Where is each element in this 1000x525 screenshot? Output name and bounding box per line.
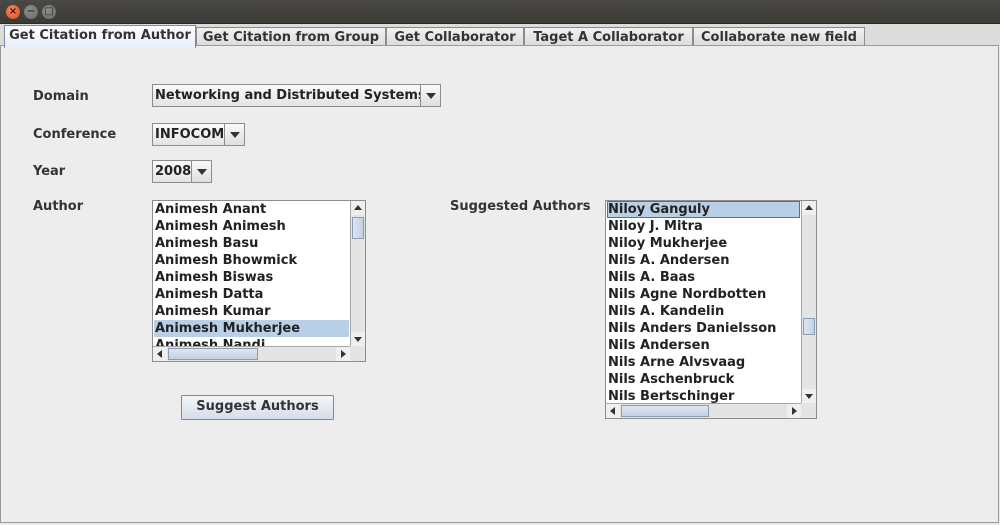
scroll-left-icon[interactable] xyxy=(606,404,620,418)
author-list-item[interactable]: Animesh Biswas xyxy=(154,269,349,286)
suggested-list-horizontal-scrollbar[interactable] xyxy=(606,403,801,418)
window-titlebar: × − □ xyxy=(0,0,1000,24)
tab-get-citation-from-group[interactable]: Get Citation from Group xyxy=(196,27,386,47)
suggested-list-item-selected[interactable]: Niloy Ganguly xyxy=(607,201,800,218)
chevron-down-icon[interactable] xyxy=(191,161,211,182)
author-label: Author xyxy=(33,199,84,214)
minimize-window-icon[interactable]: − xyxy=(24,5,38,19)
suggested-list-item[interactable]: Nils Anders Danielsson xyxy=(607,320,800,337)
suggested-list-item[interactable]: Niloy Mukherjee xyxy=(607,235,800,252)
suggested-list-item[interactable]: Nils Aschenbruck xyxy=(607,371,800,388)
maximize-window-icon[interactable]: □ xyxy=(42,5,56,19)
scroll-down-icon[interactable] xyxy=(351,332,365,346)
scroll-thumb[interactable] xyxy=(168,348,258,360)
suggested-authors-label: Suggested Authors xyxy=(450,199,591,214)
author-list-item[interactable]: Animesh Nandi xyxy=(154,337,349,346)
tab-get-collaborator[interactable]: Get Collaborator xyxy=(386,27,524,47)
suggested-list-item[interactable]: Niloy J. Mitra xyxy=(607,218,800,235)
tab-strip: Get Citation from Author Get Citation fr… xyxy=(0,24,1000,48)
suggested-authors-list[interactable]: Niloy Ganguly Niloy J. Mitra Niloy Mukhe… xyxy=(605,200,817,419)
suggested-list-item[interactable]: Nils Arne Alvsvaag xyxy=(607,354,800,371)
author-list-item[interactable]: Animesh Datta xyxy=(154,286,349,303)
suggested-list-item[interactable]: Nils A. Andersen xyxy=(607,252,800,269)
author-list[interactable]: Animesh Anant Animesh Animesh Animesh Ba… xyxy=(152,200,366,362)
author-list-item[interactable]: Animesh Basu xyxy=(154,235,349,252)
tab-get-citation-from-author[interactable]: Get Citation from Author xyxy=(4,25,196,48)
domain-label: Domain xyxy=(33,89,89,104)
scroll-corner xyxy=(350,346,365,361)
close-window-icon[interactable]: × xyxy=(6,5,20,19)
author-list-vertical-scrollbar[interactable] xyxy=(350,201,365,346)
scroll-thumb[interactable] xyxy=(621,405,709,417)
author-list-item[interactable]: Animesh Anant xyxy=(154,201,349,218)
scroll-right-icon[interactable] xyxy=(787,404,801,418)
scroll-down-icon[interactable] xyxy=(802,389,816,403)
tab-collaborate-new-field[interactable]: Collaborate new field xyxy=(693,27,865,47)
author-list-item[interactable]: Animesh Kumar xyxy=(154,303,349,320)
domain-select[interactable]: Networking and Distributed Systems xyxy=(152,84,441,107)
conference-label: Conference xyxy=(33,127,117,142)
suggested-list-item[interactable]: Nils A. Baas xyxy=(607,269,800,286)
chevron-down-icon[interactable] xyxy=(224,124,244,145)
scroll-corner xyxy=(801,403,816,418)
year-select-value: 2008 xyxy=(155,164,192,179)
suggest-authors-button[interactable]: Suggest Authors xyxy=(181,395,334,420)
suggested-list-vertical-scrollbar[interactable] xyxy=(801,201,816,403)
conference-select[interactable]: INFOCOM xyxy=(152,123,245,146)
conference-select-value: INFOCOM xyxy=(155,127,225,142)
suggested-list-item[interactable]: Nils Bertschinger xyxy=(607,388,800,403)
scroll-right-icon[interactable] xyxy=(336,347,350,361)
tab-panel xyxy=(0,45,999,523)
chevron-down-icon[interactable] xyxy=(420,85,440,106)
suggested-list-item[interactable]: Nils A. Kandelin xyxy=(607,303,800,320)
tab-taget-a-collaborator[interactable]: Taget A Collaborator xyxy=(524,27,693,47)
author-list-item[interactable]: Animesh Animesh xyxy=(154,218,349,235)
year-label: Year xyxy=(33,164,66,179)
scroll-thumb[interactable] xyxy=(352,217,364,239)
suggested-list-item[interactable]: Nils Agne Nordbotten xyxy=(607,286,800,303)
scroll-up-icon[interactable] xyxy=(351,201,365,215)
author-list-horizontal-scrollbar[interactable] xyxy=(153,346,350,361)
scroll-thumb[interactable] xyxy=(803,318,815,335)
scroll-up-icon[interactable] xyxy=(802,201,816,215)
scroll-left-icon[interactable] xyxy=(153,347,167,361)
suggested-list-item[interactable]: Nils Andersen xyxy=(607,337,800,354)
domain-select-value: Networking and Distributed Systems xyxy=(155,88,426,103)
author-list-item[interactable]: Animesh Bhowmick xyxy=(154,252,349,269)
author-list-item-selected[interactable]: Animesh Mukherjee xyxy=(154,320,349,337)
year-select[interactable]: 2008 xyxy=(152,160,212,183)
